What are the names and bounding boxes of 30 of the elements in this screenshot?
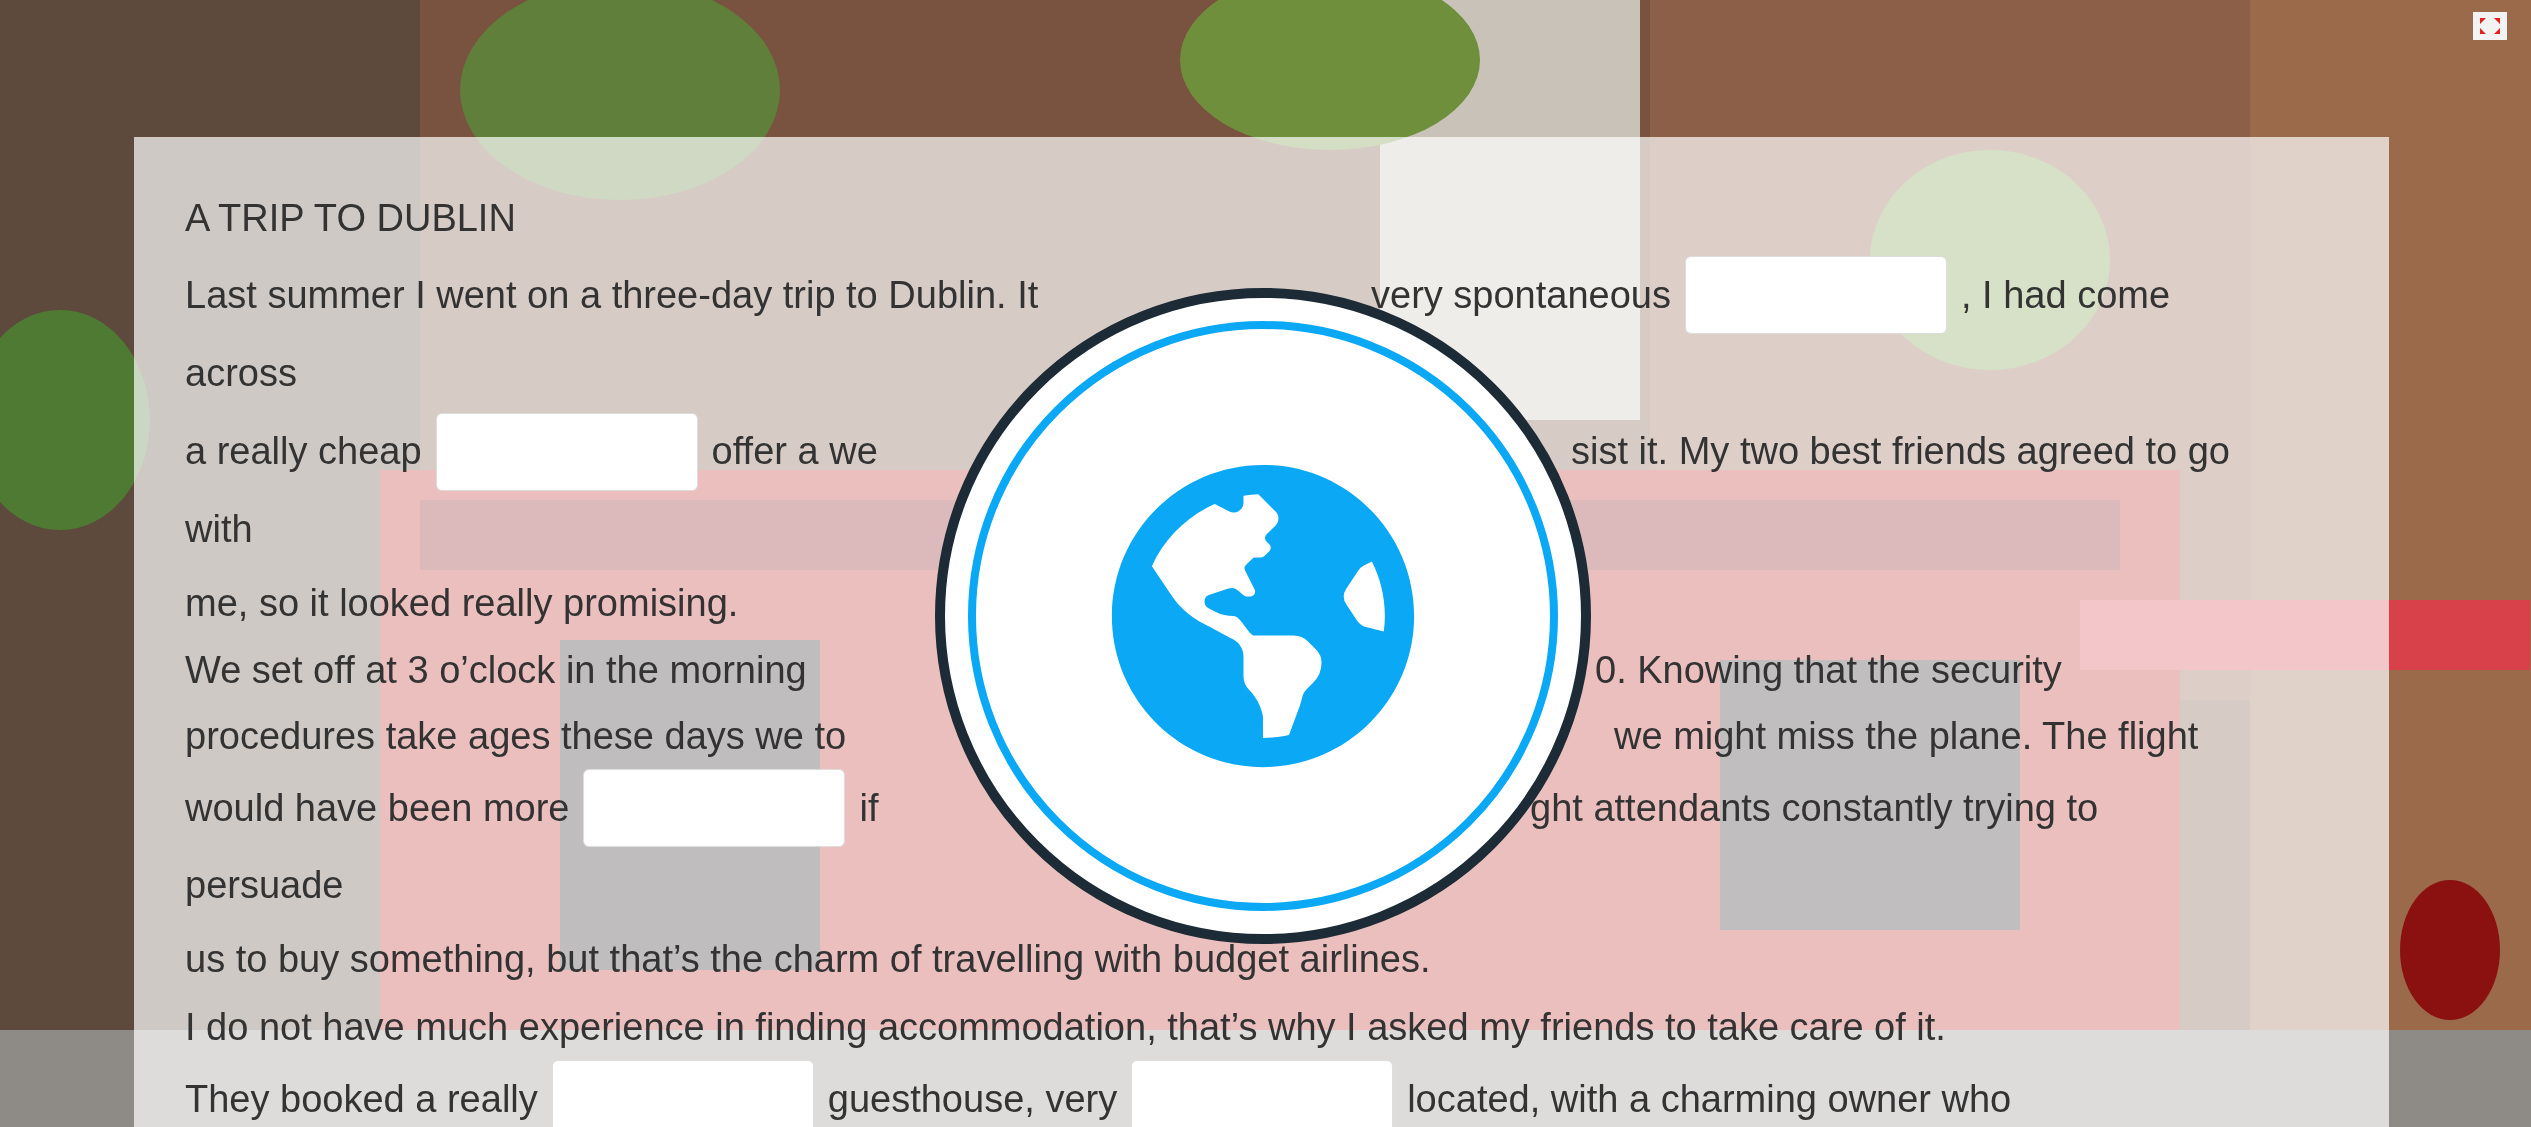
passage-text: me, so it looked really promising.: [185, 580, 739, 626]
blank-field[interactable]: [435, 412, 698, 491]
exercise-title: A TRIP TO DUBLIN: [185, 195, 516, 241]
passage-text: across: [185, 350, 297, 396]
passage-text: located, with a charming owner who: [1407, 1076, 2012, 1122]
passage-text: ght attendants constantly trying to: [1530, 785, 2099, 831]
blank-field[interactable]: [1131, 1060, 1394, 1127]
passage-text: They booked a really: [185, 1076, 538, 1122]
passage-text: very spontaneous: [1371, 272, 1671, 318]
passage-text: we might miss the plane. The flight: [1614, 713, 2199, 759]
passage-text: sist it. My two best friends agreed to go: [1571, 429, 2230, 474]
passage-text: I do not have much experience in finding accommodation, that’s why I asked my friends to take care of it.: [185, 1004, 1946, 1050]
blank-field[interactable]: [583, 769, 846, 847]
passage-text: We set off at 3 o’clock in the morning: [185, 647, 807, 693]
passage-text: a really cheap: [185, 429, 422, 474]
fullscreen-button[interactable]: [2473, 12, 2507, 40]
passage-text: guesthouse, very: [827, 1076, 1118, 1122]
passage-text: 0. Knowing that the security: [1595, 647, 2062, 693]
passage-text: with: [185, 507, 253, 552]
passage-text: if: [859, 785, 879, 831]
passage-text: , I had come: [1961, 272, 2171, 318]
passage-text: offer a we: [711, 429, 878, 474]
passage-text: persuade: [185, 863, 344, 908]
blank-field[interactable]: [1685, 256, 1947, 334]
passage-text: Last summer I went on a three-day trip to Dublin. It: [185, 272, 1039, 318]
passage-text: procedures take ages these days we to: [185, 713, 847, 759]
passage-text: would have been more: [185, 785, 570, 831]
passage-text: us to buy something, but that’s the charm of travelling with budget airlines.: [185, 936, 1431, 982]
expand-icon: [2478, 16, 2502, 36]
blank-field[interactable]: [551, 1060, 814, 1127]
